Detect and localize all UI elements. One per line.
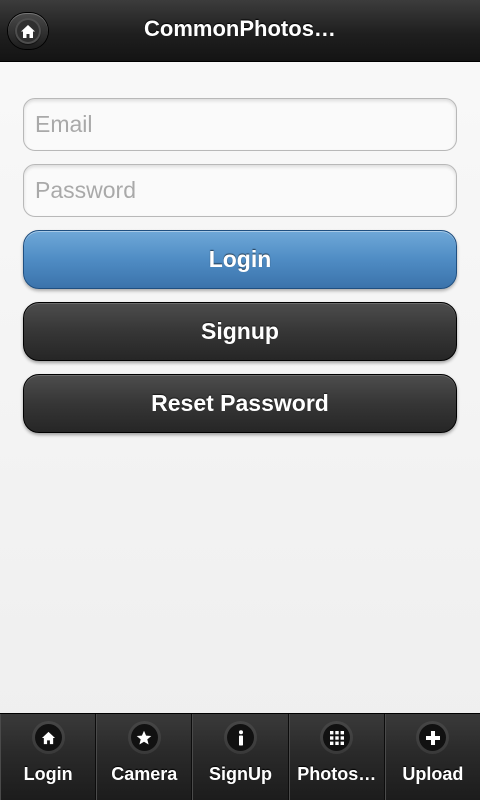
signup-button-label: Signup bbox=[201, 318, 279, 344]
home-icon bbox=[34, 724, 62, 751]
login-button[interactable]: Login bbox=[23, 230, 457, 289]
header-bar: CommonPhotos… bbox=[0, 0, 480, 62]
reset-password-button-label: Reset Password bbox=[151, 390, 329, 416]
page-title: CommonPhotos… bbox=[144, 16, 336, 41]
password-field-container bbox=[23, 164, 457, 217]
reset-password-button[interactable]: Reset Password bbox=[23, 374, 457, 433]
info-icon bbox=[227, 724, 254, 751]
app-window: CommonPhotos… Login Signup Reset Passwor… bbox=[0, 0, 480, 800]
nav-item-camera[interactable]: Camera bbox=[96, 714, 193, 800]
signup-button[interactable]: Signup bbox=[23, 302, 457, 361]
email-field-container bbox=[23, 98, 457, 151]
login-button-label: Login bbox=[208, 246, 272, 272]
login-form: Login Signup Reset Password bbox=[0, 63, 480, 713]
email-field[interactable] bbox=[35, 99, 456, 150]
nav-item-upload[interactable]: Upload bbox=[384, 714, 480, 800]
home-icon bbox=[15, 18, 41, 44]
nav-label-signup: SignUp bbox=[209, 764, 272, 784]
password-field[interactable] bbox=[35, 165, 456, 216]
footer-nav: Login Camera SignUp Photos… Upload bbox=[0, 713, 480, 800]
nav-item-signup[interactable]: SignUp bbox=[192, 714, 289, 800]
grid-icon bbox=[323, 724, 351, 751]
nav-item-photos[interactable]: Photos… bbox=[288, 714, 385, 800]
nav-item-login[interactable]: Login bbox=[0, 714, 97, 800]
nav-label-camera: Camera bbox=[111, 764, 178, 784]
star-icon bbox=[130, 724, 158, 751]
home-button[interactable] bbox=[8, 13, 48, 49]
plus-icon bbox=[419, 724, 447, 751]
nav-label-upload: Upload bbox=[402, 764, 464, 784]
nav-label-login: Login bbox=[23, 764, 73, 784]
nav-label-photos: Photos… bbox=[297, 764, 377, 784]
